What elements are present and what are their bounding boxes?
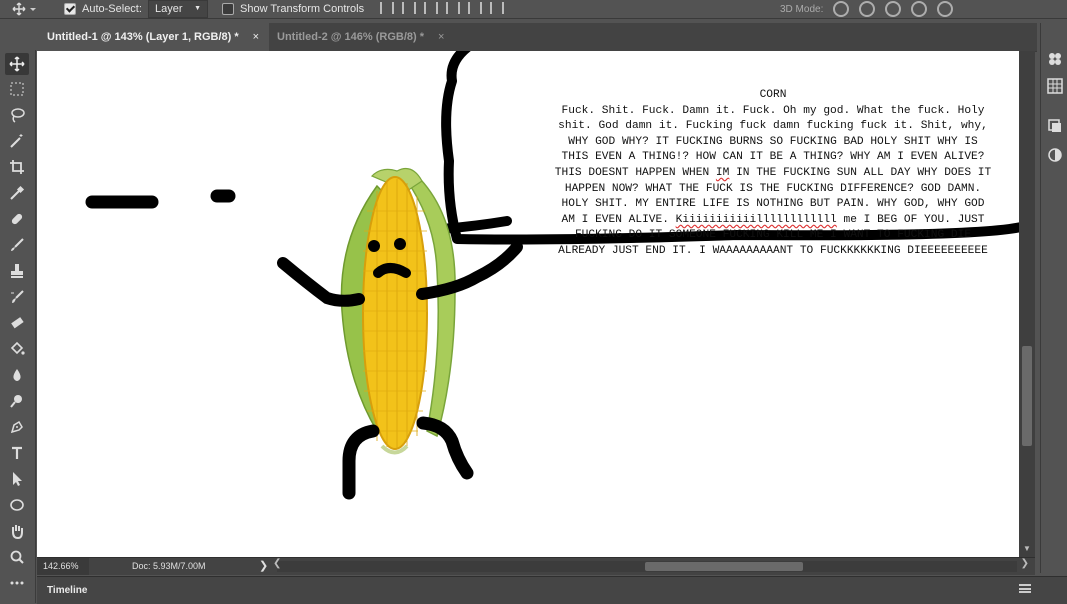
- clone-stamp-icon[interactable]: [5, 260, 29, 282]
- close-icon[interactable]: ×: [438, 31, 444, 43]
- align-center-icon[interactable]: [468, 2, 482, 14]
- show-transform-controls-checkbox[interactable]: Show Transform Controls: [222, 0, 364, 18]
- scroll-thumb[interactable]: [645, 562, 803, 571]
- close-icon[interactable]: ×: [253, 31, 259, 43]
- brush-icon[interactable]: [5, 234, 29, 256]
- hand-icon[interactable]: [5, 520, 29, 542]
- grid-icon[interactable]: [1047, 78, 1063, 94]
- adjust-icon[interactable]: [1047, 147, 1063, 163]
- speech-line: ALREADY JUST END IT. I WAAAAAAAAANT TO F…: [558, 244, 988, 257]
- type-icon[interactable]: [5, 442, 29, 464]
- speech-line: AM I EVEN ALIVE. Kiiiiiiiiiiilllllllllll…: [561, 213, 985, 226]
- status-bar: 142.66% Doc: 5.93M/7.00M ❯ ❮ ❯: [37, 557, 1035, 575]
- history-brush-icon[interactable]: [5, 286, 29, 308]
- show-transform-label: Show Transform Controls: [240, 3, 365, 15]
- eraser-icon[interactable]: [5, 312, 29, 334]
- timeline-tab[interactable]: Timeline: [47, 577, 87, 604]
- scroll-thumb[interactable]: [1022, 346, 1032, 446]
- blur-icon[interactable]: [5, 364, 29, 386]
- auto-select-check-icon: [64, 3, 76, 15]
- timeline-panel: Timeline: [37, 576, 1067, 604]
- document-canvas[interactable]: CORN Fuck. Shit. Fuck. Damn it. Fuck. Oh…: [37, 51, 1019, 557]
- speech-line: shit. God damn it. Fucking fuck damn fuc…: [558, 120, 988, 133]
- eyedropper-icon[interactable]: [5, 182, 29, 204]
- panel-menu-icon[interactable]: [1019, 584, 1031, 593]
- tab-label: Untitled-1 @ 143% (Layer 1, RGB/8) *: [47, 31, 239, 43]
- corn-eye-right: [394, 238, 406, 250]
- pen-icon[interactable]: [5, 416, 29, 438]
- align-middle-icon[interactable]: [402, 2, 416, 14]
- 3d-mode-label: 3D Mode:: [780, 3, 824, 15]
- tab-untitled-1[interactable]: Untitled-1 @ 143% (Layer 1, RGB/8) * ×: [37, 23, 269, 51]
- speech-text: CORN Fuck. Shit. Fuck. Damn it. Fuck. Oh…: [483, 88, 1019, 260]
- healing-brush-icon[interactable]: [5, 208, 29, 230]
- 3d-drag-icon[interactable]: [885, 1, 902, 17]
- options-bar: Auto-Select: Layer ▼ Show Transform Cont…: [0, 0, 1067, 19]
- marquee-icon[interactable]: [5, 78, 29, 100]
- 3d-rotate-icon[interactable]: [833, 1, 850, 17]
- move-icon[interactable]: [5, 53, 29, 75]
- speech-line: THIS EVEN A THING!? HOW CAN IT BE A THIN…: [561, 151, 985, 164]
- paint-bucket-icon[interactable]: [5, 338, 29, 360]
- corn-leg-right: [416, 416, 474, 480]
- 3d-slide-icon[interactable]: [911, 1, 928, 17]
- speech-line: WHY GOD WHY? IT FUCKING BURNS SO FUCKING…: [568, 135, 978, 148]
- spellcheck-word: IM: [715, 166, 730, 179]
- crop-icon[interactable]: [5, 156, 29, 178]
- 3d-roll-icon[interactable]: [859, 1, 876, 17]
- 3d-camera-icon[interactable]: [937, 1, 954, 17]
- path-selection-icon[interactable]: [5, 468, 29, 490]
- magic-wand-icon[interactable]: [5, 130, 29, 152]
- 3d-mode-group: 3D Mode:: [780, 0, 954, 18]
- corn-mouth: [373, 263, 411, 278]
- speech-line: HOLY SHIT. MY ENTIRE LIFE IS NOTHING BUT…: [561, 198, 985, 211]
- ellipse-icon[interactable]: [5, 494, 29, 516]
- align-bottom-icon[interactable]: [424, 2, 438, 14]
- chevron-down-icon: ▼: [194, 5, 201, 12]
- auto-select-target-value: Layer: [155, 3, 183, 15]
- tab-untitled-2[interactable]: Untitled-2 @ 146% (RGB/8) * ×: [267, 23, 477, 51]
- chevron-down-icon[interactable]: ▼: [1023, 544, 1031, 553]
- align-right-icon[interactable]: [490, 2, 504, 14]
- align-left-icon[interactable]: [446, 2, 460, 14]
- layers-icon[interactable]: [1047, 118, 1063, 134]
- horizontal-scrollbar[interactable]: ❮ ❯: [273, 558, 1029, 572]
- tools-panel: [0, 50, 36, 603]
- speech-title: CORN: [759, 89, 787, 101]
- chevron-right-icon[interactable]: ❯: [1021, 558, 1029, 569]
- speech-line: HAPPEN NOW? WHAT THE FUCK IS THE FUCKING…: [564, 182, 982, 195]
- auto-select-target-select[interactable]: Layer ▼: [148, 0, 208, 18]
- move-tool-preset-icon[interactable]: [12, 0, 38, 18]
- plugins-icon[interactable]: [1047, 51, 1063, 67]
- corn-leg-left: [342, 424, 380, 500]
- doc-size: Doc: 5.93M/7.00M: [132, 561, 206, 571]
- align-top-icon[interactable]: [380, 2, 394, 14]
- zoom-icon[interactable]: [5, 546, 29, 568]
- status-menu-chevron-icon[interactable]: ❯: [259, 558, 268, 575]
- spellcheck-word: Kiiiiiiiiiiillllllllllll: [675, 213, 837, 226]
- right-panel-dock: [1040, 23, 1067, 573]
- speech-line: FUCKING DO IT SOMEONE FUCKING KILL ME I …: [574, 229, 972, 242]
- align-buttons: [380, 2, 504, 16]
- show-transform-check-icon: [222, 3, 234, 15]
- zoom-level[interactable]: 142.66%: [37, 558, 89, 575]
- document-tabs: Untitled-1 @ 143% (Layer 1, RGB/8) * × U…: [37, 23, 1037, 52]
- vertical-scrollbar[interactable]: ▼: [1019, 51, 1035, 557]
- speech-line: THIS DOESNT HAPPEN WHEN IM IN THE FUCKIN…: [554, 166, 992, 179]
- auto-select-label: Auto-Select:: [82, 3, 142, 15]
- speech-line: Fuck. Shit. Fuck. Damn it. Fuck. Oh my g…: [561, 104, 985, 117]
- auto-select-checkbox[interactable]: Auto-Select:: [64, 0, 142, 18]
- dodge-icon[interactable]: [5, 390, 29, 412]
- corn-eye-left: [368, 240, 380, 252]
- chevron-left-icon[interactable]: ❮: [273, 558, 281, 569]
- more-tools-icon[interactable]: [5, 572, 29, 594]
- tab-label: Untitled-2 @ 146% (RGB/8) *: [277, 31, 425, 43]
- lasso-icon[interactable]: [5, 104, 29, 126]
